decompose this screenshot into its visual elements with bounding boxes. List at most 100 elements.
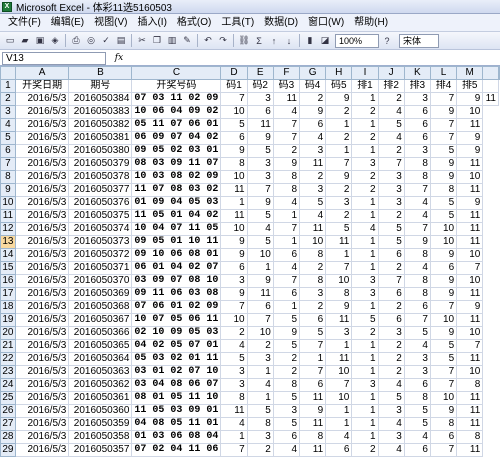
number-cell[interactable]: 5 <box>272 417 301 431</box>
number-cell[interactable]: 9 <box>429 170 458 184</box>
issue-cell[interactable]: 2016050376 <box>68 196 133 210</box>
date-cell[interactable]: 2016/5/3 <box>14 248 70 262</box>
number-cell[interactable]: 9 <box>220 248 248 262</box>
number-cell[interactable]: 1 <box>351 404 379 418</box>
row-header-22[interactable]: 22 <box>0 352 16 366</box>
menu-format[interactable]: 格式(O) <box>172 15 216 31</box>
row-header-2[interactable]: 2 <box>0 92 16 106</box>
number-cell[interactable]: 6 <box>429 261 458 275</box>
number-cell[interactable]: 5 <box>377 391 405 405</box>
issue-cell[interactable]: 2016050379 <box>68 157 133 171</box>
number-cell[interactable]: 9 <box>429 287 458 301</box>
number-cell[interactable]: 3 <box>246 170 274 184</box>
chart-wizard-icon[interactable]: ▮ <box>303 34 317 48</box>
number-cell[interactable]: 9 <box>429 248 458 262</box>
number-cell[interactable]: 3 <box>351 157 379 171</box>
number-cell[interactable]: 11 <box>325 313 353 327</box>
number-cell[interactable]: 11 <box>456 313 484 327</box>
number-cell[interactable]: 10 <box>456 274 484 288</box>
open-icon[interactable]: ▰ <box>18 34 32 48</box>
issue-cell[interactable]: 2016050380 <box>68 144 133 158</box>
number-cell[interactable]: 2 <box>246 339 274 353</box>
number-cell[interactable]: 1 <box>246 391 274 405</box>
date-cell[interactable]: 2016/5/3 <box>14 105 70 119</box>
draw-numbers-cell[interactable]: 03 01 02 07 10 <box>131 365 222 379</box>
number-cell[interactable]: 6 <box>377 248 405 262</box>
column-header-D[interactable]: D <box>220 66 248 80</box>
number-cell[interactable]: 3 <box>298 287 327 301</box>
issue-cell[interactable]: 2016050373 <box>68 235 133 249</box>
number-cell[interactable]: 1 <box>220 196 248 210</box>
number-cell[interactable]: 4 <box>351 222 379 236</box>
issue-cell[interactable]: 2016050360 <box>68 404 133 418</box>
number-cell[interactable]: 7 <box>298 339 327 353</box>
number-cell[interactable]: 6 <box>246 105 274 119</box>
number-cell[interactable]: 3 <box>403 92 431 106</box>
menu-data[interactable]: 数据(D) <box>259 15 303 31</box>
number-cell[interactable]: 11 <box>482 92 499 106</box>
number-cell[interactable]: 10 <box>246 248 274 262</box>
number-cell[interactable]: 5 <box>377 118 405 132</box>
number-cell[interactable]: 3 <box>377 183 405 197</box>
number-cell[interactable]: 3 <box>377 196 405 210</box>
number-cell[interactable]: 2 <box>377 352 405 366</box>
number-cell[interactable]: 3 <box>351 287 379 301</box>
header-cell[interactable]: 期号 <box>68 79 133 93</box>
issue-cell[interactable]: 2016050368 <box>68 300 133 314</box>
draw-numbers-cell[interactable]: 10 03 08 02 09 <box>131 170 222 184</box>
number-cell[interactable]: 6 <box>298 313 327 327</box>
number-cell[interactable]: 1 <box>351 391 379 405</box>
row-header-17[interactable]: 17 <box>0 287 16 301</box>
number-cell[interactable]: 8 <box>403 274 431 288</box>
number-cell[interactable]: 4 <box>403 209 431 223</box>
number-cell[interactable]: 1 <box>351 196 379 210</box>
row-header-9[interactable]: 9 <box>0 183 16 197</box>
number-cell[interactable]: 1 <box>351 118 379 132</box>
number-cell[interactable]: 4 <box>403 430 431 444</box>
number-cell[interactable]: 5 <box>429 209 458 223</box>
number-cell[interactable]: 7 <box>377 157 405 171</box>
number-cell[interactable]: 7 <box>325 261 353 275</box>
number-cell[interactable]: 1 <box>325 144 353 158</box>
number-cell[interactable]: 7 <box>272 131 301 145</box>
menu-file[interactable]: 文件(F) <box>3 15 46 31</box>
number-cell[interactable]: 2 <box>351 443 379 457</box>
draw-numbers-cell[interactable]: 09 11 06 03 08 <box>131 287 222 301</box>
draw-numbers-cell[interactable]: 06 01 04 02 07 <box>131 261 222 275</box>
row-header-29[interactable]: 29 <box>0 443 16 457</box>
column-header-F[interactable]: F <box>272 66 301 80</box>
number-cell[interactable]: 8 <box>456 430 484 444</box>
draw-numbers-cell[interactable]: 11 05 01 04 02 <box>131 209 222 223</box>
number-cell[interactable]: 5 <box>429 196 458 210</box>
number-cell[interactable]: 1 <box>246 261 274 275</box>
font-select[interactable]: 宋体 <box>399 33 439 48</box>
number-cell[interactable]: 8 <box>325 287 353 301</box>
date-cell[interactable]: 2016/5/3 <box>14 183 70 197</box>
number-cell[interactable]: 2 <box>351 131 379 145</box>
header-cell[interactable]: 码2 <box>246 79 274 93</box>
number-cell[interactable]: 6 <box>220 261 248 275</box>
number-cell[interactable]: 2 <box>298 170 327 184</box>
draw-numbers-cell[interactable]: 03 04 08 06 07 <box>131 378 222 392</box>
permission-icon[interactable]: ◈ <box>48 34 62 48</box>
number-cell[interactable]: 2 <box>351 105 379 119</box>
number-cell[interactable]: 10 <box>429 222 458 236</box>
number-cell[interactable]: 5 <box>403 417 431 431</box>
draw-numbers-cell[interactable]: 10 07 05 06 11 <box>131 313 222 327</box>
number-cell[interactable]: 3 <box>377 170 405 184</box>
number-cell[interactable]: 3 <box>351 378 379 392</box>
number-cell[interactable]: 4 <box>246 222 274 236</box>
number-cell[interactable]: 5 <box>272 391 301 405</box>
number-cell[interactable]: 6 <box>403 300 431 314</box>
number-cell[interactable]: 3 <box>325 196 353 210</box>
number-cell[interactable]: 11 <box>325 352 353 366</box>
number-cell[interactable]: 2 <box>377 209 405 223</box>
number-cell[interactable]: 7 <box>246 313 274 327</box>
header-cell[interactable]: 排4 <box>429 79 458 93</box>
number-cell[interactable]: 2 <box>377 300 405 314</box>
number-cell[interactable]: 1 <box>272 235 301 249</box>
draw-numbers-cell[interactable]: 11 05 03 09 01 <box>131 404 222 418</box>
number-cell[interactable]: 9 <box>456 92 484 106</box>
number-cell[interactable]: 6 <box>403 443 431 457</box>
number-cell[interactable]: 3 <box>377 404 405 418</box>
